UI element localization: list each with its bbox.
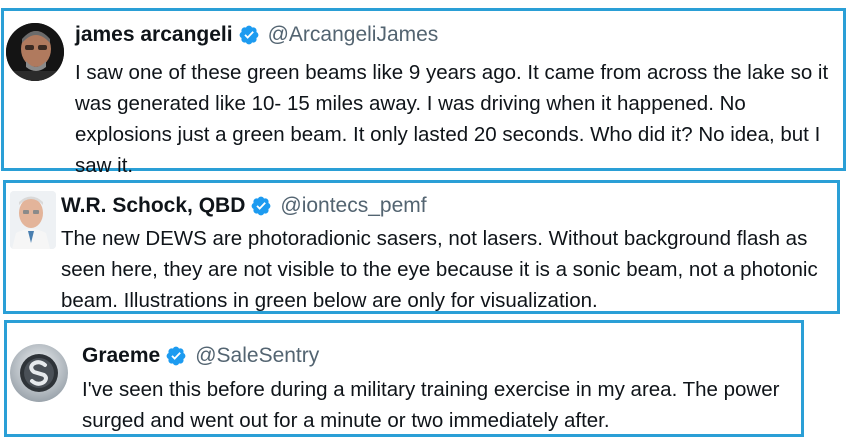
tweet-text: I saw one of these green beams like 9 ye… bbox=[75, 61, 829, 177]
display-name[interactable]: Graeme bbox=[82, 342, 160, 370]
tweet-card[interactable]: W.R. Schock, QBD @iontecs_pemf The new D… bbox=[3, 180, 840, 314]
user-handle[interactable]: @iontecs_pemf bbox=[280, 192, 426, 220]
tweet-card[interactable]: james arcangeli @ArcangeliJames I saw on… bbox=[1, 8, 846, 177]
verified-badge-icon bbox=[250, 195, 272, 217]
user-handle[interactable]: @SaleSentry bbox=[195, 342, 319, 370]
tweet-header: james arcangeli @ArcangeliJames bbox=[75, 21, 438, 49]
avatar-image bbox=[10, 191, 56, 249]
user-handle[interactable]: @ArcangeliJames bbox=[268, 21, 439, 49]
tweet-text: I've seen this before during a military … bbox=[82, 378, 780, 432]
tweet-card[interactable]: Graeme @SaleSentry I've seen this before… bbox=[4, 320, 804, 437]
display-name[interactable]: james arcangeli bbox=[75, 21, 233, 49]
avatar-image bbox=[6, 23, 64, 81]
verified-badge-icon bbox=[238, 24, 260, 46]
verified-badge-icon bbox=[165, 345, 187, 367]
display-name[interactable]: W.R. Schock, QBD bbox=[61, 192, 245, 220]
tweet-header: Graeme @SaleSentry bbox=[82, 342, 319, 370]
avatar[interactable] bbox=[10, 191, 56, 249]
tweet-header: W.R. Schock, QBD @iontecs_pemf bbox=[61, 192, 427, 220]
avatar[interactable] bbox=[6, 23, 64, 81]
avatar-image bbox=[10, 344, 68, 402]
avatar[interactable] bbox=[10, 344, 68, 402]
tweet-text: The new DEWS are photoradionic sasers, n… bbox=[61, 227, 818, 312]
